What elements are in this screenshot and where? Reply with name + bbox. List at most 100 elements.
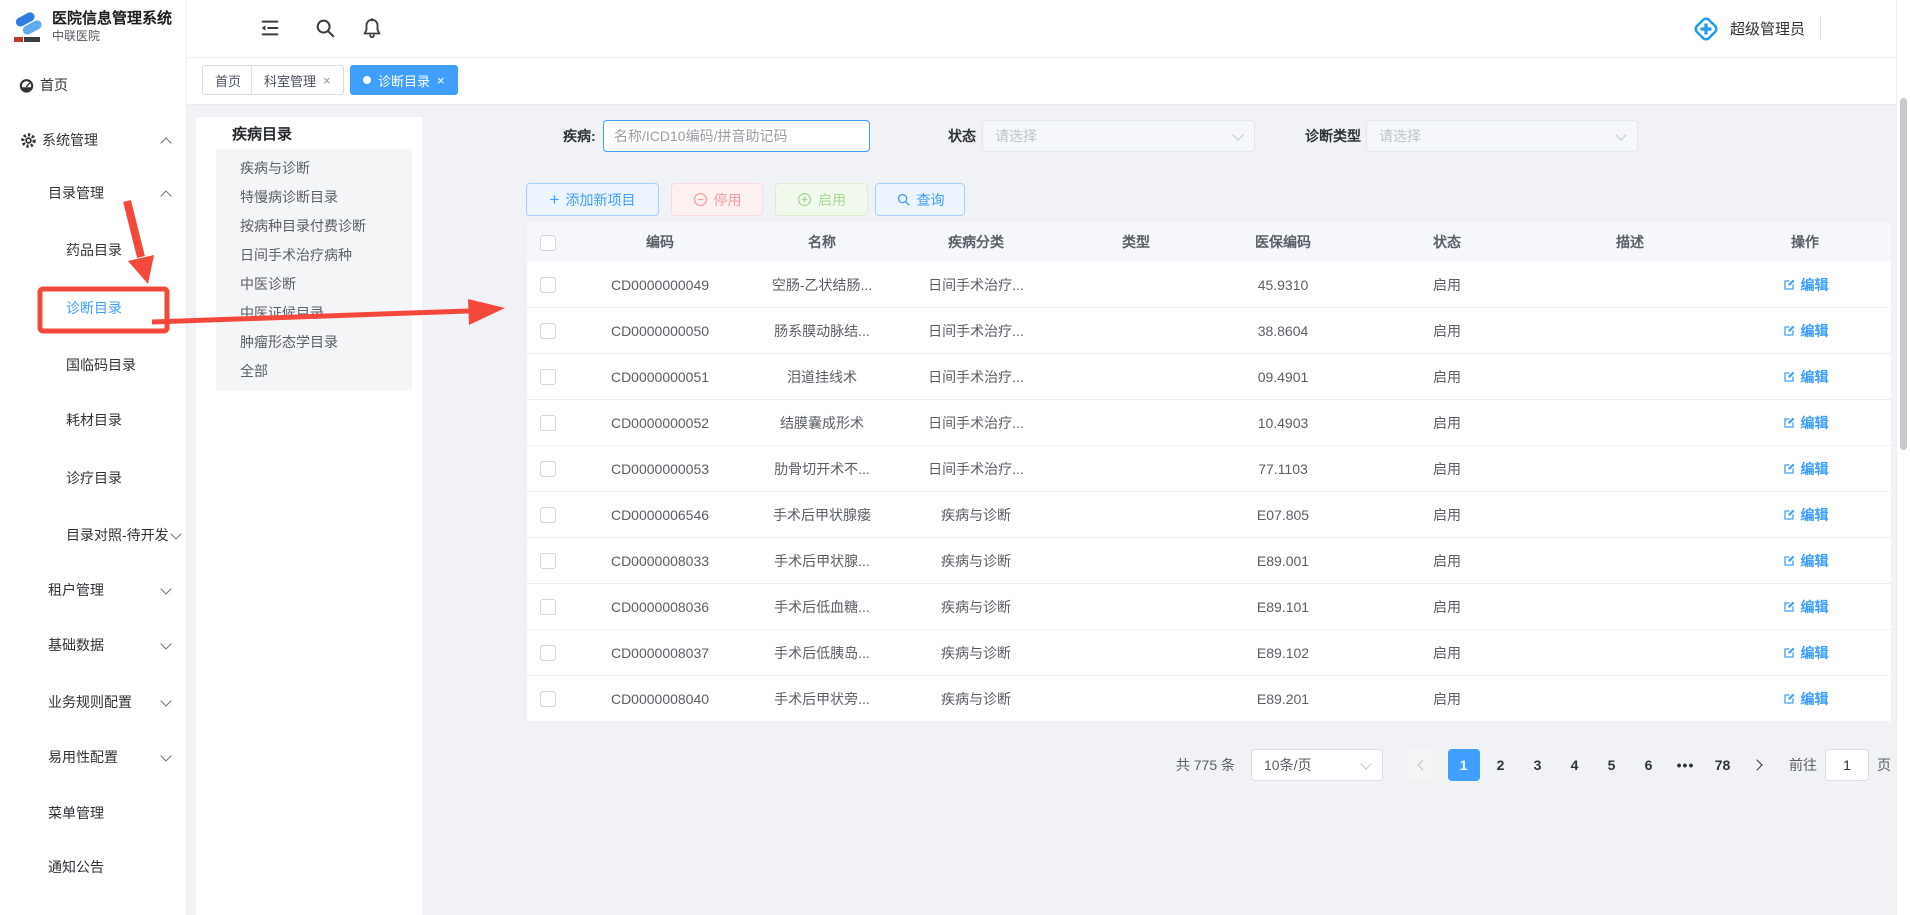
- circle-plus-icon: [797, 192, 812, 207]
- edit-button[interactable]: 编辑: [1782, 321, 1829, 341]
- cell-category: 疾病与诊断: [893, 584, 1059, 630]
- chevron-down-icon: [160, 750, 171, 761]
- dashboard-icon: [18, 77, 35, 94]
- catalog-category-item[interactable]: 全部: [216, 357, 412, 386]
- sidebar-item-label: 耗材目录: [66, 405, 122, 435]
- page-number-5[interactable]: 5: [1596, 749, 1628, 781]
- sidebar-item-basic-data[interactable]: 基础数据: [0, 630, 186, 660]
- close-icon[interactable]: ×: [323, 74, 331, 87]
- edit-button[interactable]: 编辑: [1782, 505, 1829, 525]
- catalog-category-item[interactable]: 疾病与诊断: [216, 154, 412, 183]
- edit-button[interactable]: 编辑: [1782, 551, 1829, 571]
- enable-button[interactable]: 启用: [775, 183, 868, 216]
- catalog-category-item[interactable]: 肿瘤形态学目录: [216, 328, 412, 357]
- catalog-category-item[interactable]: 中医诊断: [216, 270, 412, 299]
- cell-name: 手术后低胰岛...: [751, 630, 893, 676]
- status-select[interactable]: 请选择: [982, 120, 1255, 152]
- tab-diagnosis-catalog[interactable]: 诊断目录 ×: [350, 65, 458, 95]
- close-icon[interactable]: ×: [437, 74, 445, 87]
- next-page-button[interactable]: [1741, 749, 1773, 781]
- disease-search-input[interactable]: [603, 120, 870, 152]
- sidebar-item-system-mgmt[interactable]: 系统管理: [0, 125, 186, 155]
- sidebar-item-catalog-mapping[interactable]: 目录对照-待开发: [0, 520, 186, 550]
- scrollbar-thumb[interactable]: [1900, 98, 1907, 450]
- sidebar-item-menu-mgmt[interactable]: 菜单管理: [0, 798, 186, 828]
- page-number-78[interactable]: 78: [1707, 749, 1739, 781]
- cell-category: 疾病与诊断: [893, 538, 1059, 584]
- cell-status: 启用: [1353, 492, 1541, 538]
- cell-desc: [1541, 400, 1719, 446]
- row-checkbox[interactable]: [540, 277, 556, 293]
- cell-type: [1059, 538, 1213, 584]
- catalog-category-item[interactable]: 中医证候目录: [216, 299, 412, 328]
- diagnosis-type-filter-label: 诊断类型: [1305, 120, 1361, 152]
- table-row: CD0000000050 肠系膜动脉结... 日间手术治疗... 38.8604…: [527, 308, 1891, 354]
- edit-button[interactable]: 编辑: [1782, 643, 1829, 663]
- page-number-3[interactable]: 3: [1522, 749, 1554, 781]
- user-menu[interactable]: 超级管理员: [1691, 0, 1805, 57]
- sidebar-item-business-rules[interactable]: 业务规则配置: [0, 687, 186, 717]
- sidebar-item-catalog-mgmt[interactable]: 目录管理: [0, 178, 186, 208]
- catalog-category-item[interactable]: 按病种目录付费诊断: [216, 212, 412, 241]
- sidebar-item-notice[interactable]: 通知公告: [0, 852, 186, 882]
- goto-page-input[interactable]: [1825, 749, 1869, 781]
- edit-button[interactable]: 编辑: [1782, 689, 1829, 709]
- status-filter-label: 状态: [948, 120, 976, 152]
- page-number-6[interactable]: 6: [1633, 749, 1665, 781]
- row-checkbox[interactable]: [540, 323, 556, 339]
- edit-button[interactable]: 编辑: [1782, 413, 1829, 433]
- sidebar-item-diagnosis-catalog[interactable]: 诊断目录: [0, 293, 186, 323]
- chevron-right-icon: [1751, 759, 1762, 770]
- diagnosis-type-select[interactable]: 请选择: [1366, 120, 1638, 152]
- row-checkbox[interactable]: [540, 369, 556, 385]
- row-checkbox[interactable]: [540, 507, 556, 523]
- cell-insurance-code: 10.4903: [1213, 400, 1353, 446]
- page-number-2[interactable]: 2: [1485, 749, 1517, 781]
- row-checkbox[interactable]: [540, 691, 556, 707]
- sidebar-item-treatment-catalog[interactable]: 诊疗目录: [0, 463, 186, 493]
- query-button[interactable]: 查询: [875, 183, 965, 216]
- page-number-4[interactable]: 4: [1559, 749, 1591, 781]
- cell-category: 日间手术治疗...: [893, 262, 1059, 308]
- collapse-menu-icon[interactable]: [259, 17, 281, 39]
- prev-page-button[interactable]: [1407, 749, 1439, 781]
- row-checkbox[interactable]: [540, 645, 556, 661]
- row-checkbox[interactable]: [540, 461, 556, 477]
- edit-button[interactable]: 编辑: [1782, 459, 1829, 479]
- edit-button[interactable]: 编辑: [1782, 275, 1829, 295]
- select-all-checkbox[interactable]: [540, 235, 556, 251]
- sidebar-item-drug-catalog[interactable]: 药品目录: [0, 235, 186, 265]
- table-row: CD0000000053 肋骨切开术不... 日间手术治疗... 77.1103…: [527, 446, 1891, 492]
- page-size-select[interactable]: 10条/页: [1251, 749, 1383, 781]
- edit-button[interactable]: 编辑: [1782, 597, 1829, 617]
- cell-category: 疾病与诊断: [893, 676, 1059, 722]
- col-header-status: 状态: [1353, 222, 1541, 262]
- sidebar-item-home[interactable]: 首页: [0, 70, 186, 100]
- chevron-up-icon: [160, 137, 171, 148]
- sidebar-item-tenant-mgmt[interactable]: 租户管理: [0, 575, 186, 605]
- search-icon[interactable]: [314, 17, 336, 39]
- col-header-code: 编码: [569, 222, 751, 262]
- page-number-1[interactable]: 1: [1448, 749, 1480, 781]
- row-checkbox[interactable]: [540, 599, 556, 615]
- page-ellipsis[interactable]: •••: [1670, 749, 1702, 781]
- sidebar-item-natl-clinical-code-catalog[interactable]: 国临码目录: [0, 350, 186, 380]
- row-checkbox[interactable]: [540, 415, 556, 431]
- user-name: 超级管理员: [1730, 18, 1805, 39]
- edit-button[interactable]: 编辑: [1782, 367, 1829, 387]
- catalog-category-item[interactable]: 日间手术治疗病种: [216, 241, 412, 270]
- catalog-category-item[interactable]: 特慢病诊断目录: [216, 183, 412, 212]
- query-label: 查询: [917, 190, 945, 210]
- chevron-up-icon: [160, 190, 171, 201]
- cell-name: 手术后甲状旁...: [751, 676, 893, 722]
- edit-icon: [1782, 416, 1796, 430]
- row-checkbox[interactable]: [540, 553, 556, 569]
- sidebar-item-label: 租户管理: [48, 575, 104, 605]
- bell-icon[interactable]: [361, 17, 383, 39]
- disable-button[interactable]: 停用: [671, 183, 763, 216]
- sidebar-item-consumables-catalog[interactable]: 耗材目录: [0, 405, 186, 435]
- tab-home[interactable]: 首页: [202, 65, 254, 95]
- add-item-button[interactable]: + 添加新项目: [526, 183, 659, 216]
- sidebar-item-usability-config[interactable]: 易用性配置: [0, 742, 186, 772]
- tab-department-mgmt[interactable]: 科室管理 ×: [251, 65, 344, 95]
